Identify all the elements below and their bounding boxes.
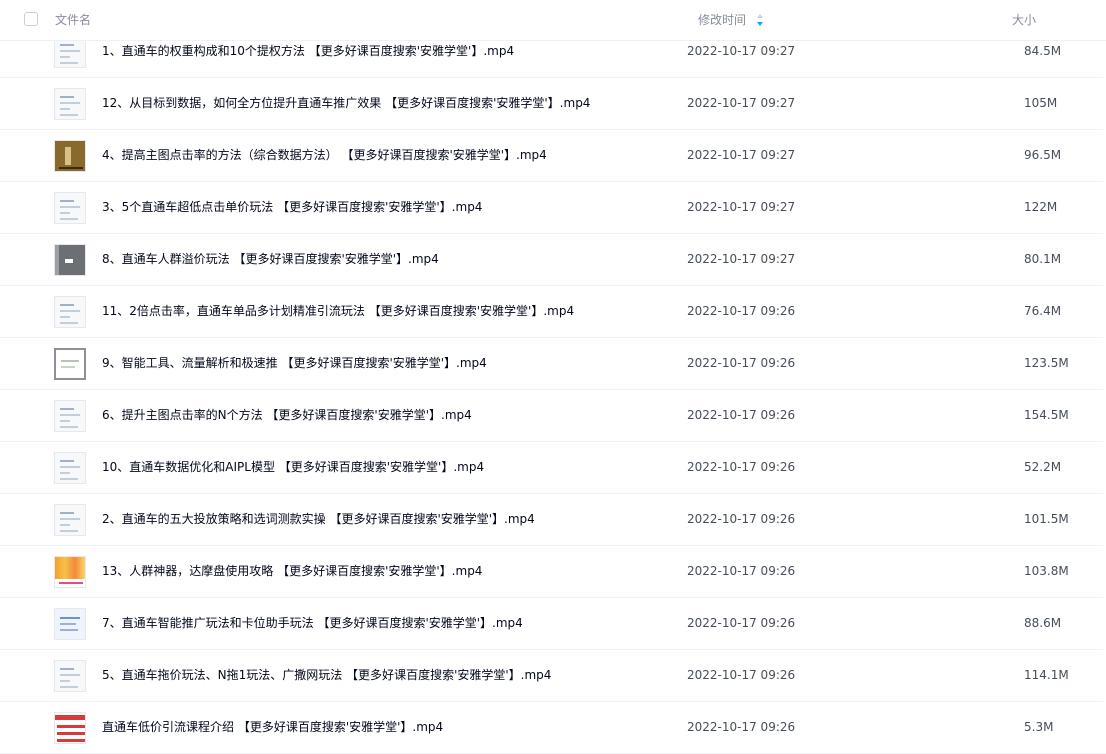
file-row[interactable]: 6、提升主图点击率的N个方法 【更多好课百度搜索'安雅学堂'】.mp4 2022-… — [0, 390, 1106, 442]
file-row[interactable]: 8、直通车人群溢价玩法 【更多好课百度搜索'安雅学堂'】.mp4 2022-10-… — [0, 234, 1106, 286]
column-header-size[interactable]: 大小 — [1012, 12, 1036, 28]
file-modified-time: 2022-10-17 09:27 — [687, 44, 796, 58]
file-name[interactable]: 7、直通车智能推广玩法和卡位助手玩法 【更多好课百度搜索'安雅学堂'】.mp4 — [102, 615, 523, 631]
file-size: 123.5M — [1024, 356, 1069, 370]
file-row[interactable]: 直通车低价引流课程介绍 【更多好课百度搜索'安雅学堂'】.mp4 2022-10-… — [0, 702, 1106, 754]
video-thumbnail[interactable] — [54, 192, 86, 224]
video-thumbnail[interactable] — [54, 400, 86, 432]
file-size: 101.5M — [1024, 512, 1069, 526]
video-thumbnail[interactable] — [54, 452, 86, 484]
file-name[interactable]: 12、从目标到数据，如何全方位提升直通车推广效果 【更多好课百度搜索'安雅学堂'… — [102, 95, 590, 111]
file-modified-time: 2022-10-17 09:26 — [687, 564, 796, 578]
file-list-header: 文件名 修改时间 大小 — [0, 0, 1106, 41]
file-name[interactable]: 1、直通车的权重构成和10个提权方法 【更多好课百度搜索'安雅学堂'】.mp4 — [102, 43, 514, 59]
column-header-filename[interactable]: 文件名 — [55, 12, 91, 28]
file-row[interactable]: 9、智能工具、流量解析和极速推 【更多好课百度搜索'安雅学堂'】.mp4 2022… — [0, 338, 1106, 390]
video-thumbnail[interactable] — [54, 88, 86, 120]
column-header-modified-time[interactable]: 修改时间 — [698, 12, 746, 28]
file-size: 96.5M — [1024, 148, 1062, 162]
file-name[interactable]: 2、直通车的五大投放策略和选词测款实操 【更多好课百度搜索'安雅学堂'】.mp4 — [102, 511, 535, 527]
file-size: 114.1M — [1024, 668, 1069, 682]
video-thumbnail[interactable] — [54, 712, 86, 744]
file-name[interactable]: 9、智能工具、流量解析和极速推 【更多好课百度搜索'安雅学堂'】.mp4 — [102, 355, 487, 371]
file-size: 84.5M — [1024, 44, 1062, 58]
file-name[interactable]: 13、人群神器，达摩盘使用攻略 【更多好课百度搜索'安雅学堂'】.mp4 — [102, 563, 482, 579]
video-thumbnail[interactable] — [54, 348, 86, 380]
file-list: 1、直通车的权重构成和10个提权方法 【更多好课百度搜索'安雅学堂'】.mp4 2… — [0, 26, 1106, 754]
video-thumbnail[interactable] — [54, 608, 86, 640]
file-modified-time: 2022-10-17 09:27 — [687, 252, 796, 266]
file-row[interactable]: 10、直通车数据优化和AIPL模型 【更多好课百度搜索'安雅学堂'】.mp4 20… — [0, 442, 1106, 494]
file-modified-time: 2022-10-17 09:26 — [687, 616, 796, 630]
file-name[interactable]: 10、直通车数据优化和AIPL模型 【更多好课百度搜索'安雅学堂'】.mp4 — [102, 459, 484, 475]
file-name[interactable]: 4、提高主图点击率的方法（综合数据方法） 【更多好课百度搜索'安雅学堂'】.mp… — [102, 147, 547, 163]
file-modified-time: 2022-10-17 09:26 — [687, 720, 796, 734]
video-thumbnail[interactable] — [54, 140, 86, 172]
file-size: 52.2M — [1024, 460, 1062, 474]
file-modified-time: 2022-10-17 09:27 — [687, 148, 796, 162]
file-modified-time: 2022-10-17 09:26 — [687, 356, 796, 370]
file-name[interactable]: 直通车低价引流课程介绍 【更多好课百度搜索'安雅学堂'】.mp4 — [102, 719, 443, 735]
file-modified-time: 2022-10-17 09:26 — [687, 304, 796, 318]
file-name[interactable]: 11、2倍点击率，直通车单品多计划精准引流玩法 【更多好课百度搜索'安雅学堂'】… — [102, 303, 574, 319]
file-size: 154.5M — [1024, 408, 1069, 422]
video-thumbnail[interactable] — [54, 244, 86, 276]
file-name[interactable]: 3、5个直通车超低点击单价玩法 【更多好课百度搜索'安雅学堂'】.mp4 — [102, 199, 482, 215]
file-modified-time: 2022-10-17 09:26 — [687, 460, 796, 474]
file-row[interactable]: 5、直通车拖价玩法、N拖1玩法、广撒网玩法 【更多好课百度搜索'安雅学堂'】.m… — [0, 650, 1106, 702]
file-modified-time: 2022-10-17 09:27 — [687, 96, 796, 110]
select-all-checkbox[interactable] — [24, 12, 38, 26]
file-row[interactable]: 2、直通车的五大投放策略和选词测款实操 【更多好课百度搜索'安雅学堂'】.mp4… — [0, 494, 1106, 546]
file-size: 80.1M — [1024, 252, 1062, 266]
file-row[interactable]: 13、人群神器，达摩盘使用攻略 【更多好课百度搜索'安雅学堂'】.mp4 2022… — [0, 546, 1106, 598]
file-size: 103.8M — [1024, 564, 1069, 578]
file-size: 88.6M — [1024, 616, 1062, 630]
file-row[interactable]: 4、提高主图点击率的方法（综合数据方法） 【更多好课百度搜索'安雅学堂'】.mp… — [0, 130, 1106, 182]
sort-desc-icon[interactable] — [756, 13, 764, 27]
file-row[interactable]: 7、直通车智能推广玩法和卡位助手玩法 【更多好课百度搜索'安雅学堂'】.mp4 2… — [0, 598, 1106, 650]
video-thumbnail[interactable] — [54, 660, 86, 692]
file-modified-time: 2022-10-17 09:27 — [687, 200, 796, 214]
file-modified-time: 2022-10-17 09:26 — [687, 512, 796, 526]
video-thumbnail[interactable] — [54, 296, 86, 328]
file-modified-time: 2022-10-17 09:26 — [687, 408, 796, 422]
file-modified-time: 2022-10-17 09:26 — [687, 668, 796, 682]
file-size: 76.4M — [1024, 304, 1062, 318]
file-name[interactable]: 8、直通车人群溢价玩法 【更多好课百度搜索'安雅学堂'】.mp4 — [102, 251, 439, 267]
file-row[interactable]: 11、2倍点击率，直通车单品多计划精准引流玩法 【更多好课百度搜索'安雅学堂'】… — [0, 286, 1106, 338]
video-thumbnail[interactable] — [54, 504, 86, 536]
file-name[interactable]: 5、直通车拖价玩法、N拖1玩法、广撒网玩法 【更多好课百度搜索'安雅学堂'】.m… — [102, 667, 551, 683]
file-size: 5.3M — [1024, 720, 1054, 734]
file-row[interactable]: 12、从目标到数据，如何全方位提升直通车推广效果 【更多好课百度搜索'安雅学堂'… — [0, 78, 1106, 130]
file-size: 122M — [1024, 200, 1058, 214]
file-size: 105M — [1024, 96, 1058, 110]
file-name[interactable]: 6、提升主图点击率的N个方法 【更多好课百度搜索'安雅学堂'】.mp4 — [102, 407, 472, 423]
file-row[interactable]: 3、5个直通车超低点击单价玩法 【更多好课百度搜索'安雅学堂'】.mp4 2022… — [0, 182, 1106, 234]
video-thumbnail[interactable] — [54, 556, 86, 588]
